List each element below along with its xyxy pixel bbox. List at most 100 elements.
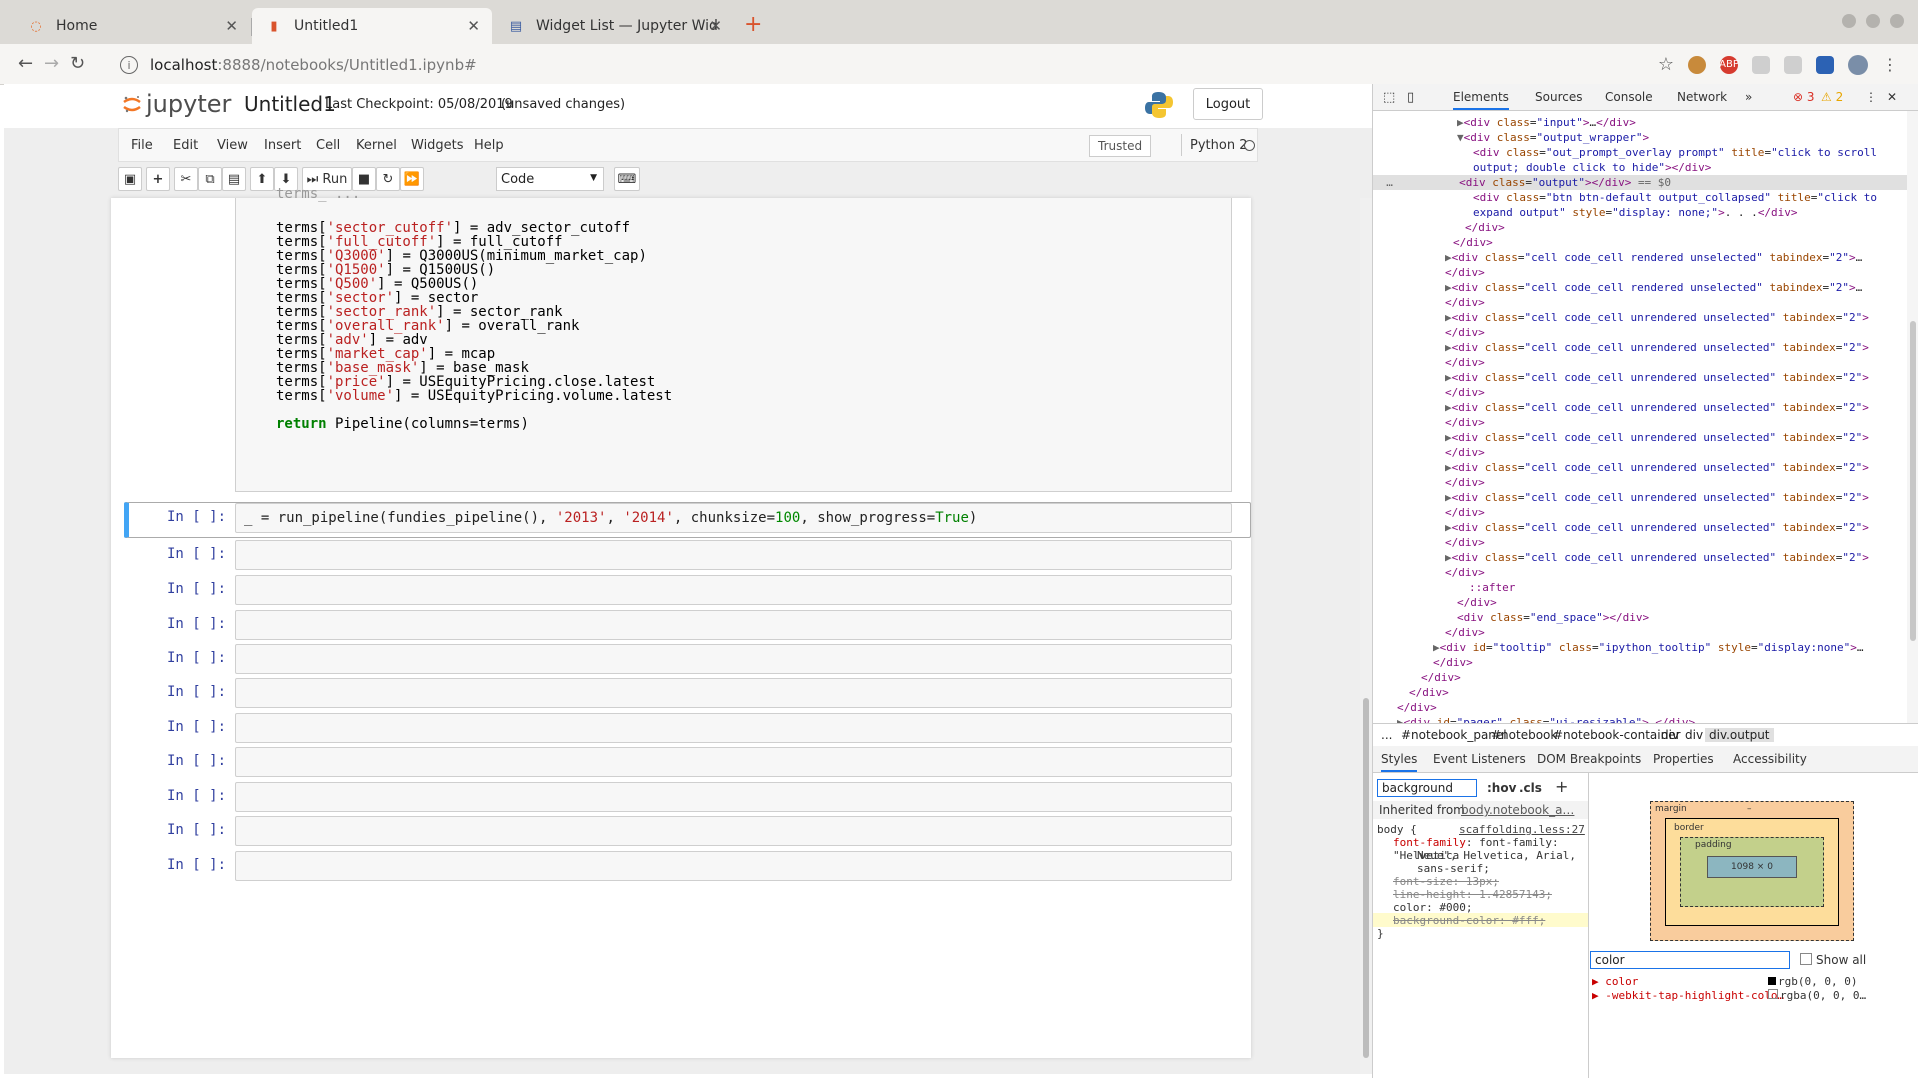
code-cell[interactable]: In [ ]: <box>124 538 1251 574</box>
computed-filter-input[interactable]: color <box>1590 951 1790 969</box>
dom-tree-scrollbar[interactable] <box>1907 111 1918 723</box>
cell-input[interactable] <box>235 678 1232 708</box>
move-up-button[interactable]: ⬆ <box>250 167 274 191</box>
menu-kernel[interactable]: Kernel <box>356 138 397 153</box>
code-cell[interactable]: In [ ]: <box>124 676 1251 712</box>
breadcrumb-item[interactable]: #notebook <box>1491 728 1557 742</box>
box-border[interactable]: border padding 1098 × 0 <box>1665 818 1839 926</box>
rule-declaration-overridden[interactable]: line-height: 1.42857143; <box>1393 888 1552 901</box>
box-padding[interactable]: padding 1098 × 0 <box>1680 837 1824 907</box>
dom-node[interactable]: ▶<div class="cell code_cell unrendered u… <box>1445 460 1869 475</box>
breadcrumb-item[interactable]: ... <box>1381 728 1392 742</box>
dom-node[interactable]: ▶<div class="cell code_cell unrendered u… <box>1445 370 1869 385</box>
rule-declaration-overridden[interactable]: font-size: 13px; <box>1393 875 1499 888</box>
error-count[interactable]: ⊗ 3 <box>1793 90 1815 104</box>
cell-input[interactable] <box>235 713 1232 743</box>
cell-input[interactable] <box>235 644 1232 674</box>
cell-type-select[interactable]: Code ▼ <box>496 167 604 191</box>
insert-cell-button[interactable]: + <box>146 167 170 191</box>
dom-node[interactable]: ▼<div class="output_wrapper"> <box>1457 130 1649 145</box>
cell-input[interactable] <box>235 610 1232 640</box>
dom-node[interactable]: ▶<div class="cell code_cell unrendered u… <box>1445 310 1869 325</box>
dom-node[interactable]: ▶<div class="cell code_cell unrendered u… <box>1445 490 1869 505</box>
notebook-scrollbar[interactable] <box>1360 198 1372 1074</box>
menu-insert[interactable]: Insert <box>264 138 301 153</box>
browser-tab-untitled1[interactable]: ▮ Untitled1 ✕ <box>252 8 492 44</box>
copy-button[interactable]: ⧉ <box>198 167 222 191</box>
cut-button[interactable]: ✂ <box>174 167 198 191</box>
rule-declaration-overridden[interactable]: background-color: #fff; <box>1393 914 1545 927</box>
jupyter-logo[interactable]: jupyter <box>122 90 231 118</box>
cell-input[interactable] <box>235 747 1232 777</box>
url-field[interactable]: i localhost:8888/notebooks/Untitled1.ipy… <box>120 52 477 78</box>
tab-console[interactable]: Console <box>1605 90 1653 104</box>
cell-input[interactable] <box>235 816 1232 846</box>
dom-node[interactable]: <div class="end_space"></div> <box>1457 610 1649 625</box>
dom-node[interactable]: ▶<div class="cell code_cell unrendered u… <box>1445 430 1869 445</box>
scrollbar-thumb[interactable] <box>1363 698 1369 1058</box>
device-toolbar-icon[interactable]: ▯ <box>1407 90 1414 105</box>
dom-pseudo-after[interactable]: ::after <box>1469 580 1515 595</box>
forward-arrow-icon[interactable]: → <box>44 53 59 74</box>
breadcrumb-item-current[interactable]: div.output <box>1705 728 1774 742</box>
menu-file[interactable]: File <box>131 138 153 153</box>
box-margin[interactable]: margin – border padding 1098 × 0 <box>1650 801 1854 941</box>
tab-sources[interactable]: Sources <box>1535 90 1582 104</box>
code-cell-input[interactable]: terms_ ... terms['sector_cutoff'] = adv_… <box>235 186 1232 492</box>
dom-node[interactable]: <div class="out_prompt_overlay prompt" t… <box>1473 145 1877 160</box>
show-all-checkbox[interactable] <box>1800 953 1812 965</box>
menu-view[interactable]: View <box>217 138 248 153</box>
extension-icon[interactable] <box>1784 55 1802 74</box>
cell-input[interactable] <box>235 782 1232 812</box>
close-tab-icon[interactable]: ✕ <box>709 17 722 35</box>
bookmark-star-icon[interactable]: ☆ <box>1658 54 1674 75</box>
code-cell[interactable]: In [ ]: <box>124 849 1251 885</box>
breadcrumb-item[interactable]: div <box>1685 728 1703 742</box>
extension-icon[interactable] <box>1752 55 1770 74</box>
inherited-from-link[interactable]: body.notebook_a… <box>1461 803 1574 817</box>
menu-edit[interactable]: Edit <box>173 138 198 153</box>
subtab-event-listeners[interactable]: Event Listeners <box>1433 752 1526 766</box>
cell-input[interactable] <box>235 540 1232 570</box>
subtab-styles[interactable]: Styles <box>1381 752 1418 772</box>
cell-input[interactable]: _ = run_pipeline(fundies_pipeline(), '20… <box>235 503 1232 533</box>
dom-node[interactable]: ▶<div class="cell code_cell unrendered u… <box>1445 520 1869 535</box>
cell-input[interactable] <box>235 575 1232 605</box>
rule-source-link[interactable]: scaffolding.less:27 <box>1459 823 1585 836</box>
warning-count[interactable]: ⚠ 2 <box>1821 90 1843 104</box>
color-swatch[interactable] <box>1768 989 1778 999</box>
inspect-element-icon[interactable]: ⬚ <box>1383 90 1395 105</box>
trusted-indicator[interactable]: Trusted <box>1089 135 1152 157</box>
browser-tab-home[interactable]: ◌ Home ✕ <box>14 8 250 44</box>
dom-node[interactable]: ▶<div class="cell code_cell unrendered u… <box>1445 400 1869 415</box>
restart-button[interactable]: ↻ <box>376 167 400 191</box>
tab-elements[interactable]: Elements <box>1453 90 1509 110</box>
dom-node[interactable]: ▶<div class="cell code_cell unrendered u… <box>1445 340 1869 355</box>
maximize-window-icon[interactable] <box>1866 14 1880 28</box>
subtab-dom-breakpoints[interactable]: DOM Breakpoints <box>1537 752 1641 766</box>
save-button[interactable]: ▣ <box>118 167 142 191</box>
browser-tab-widget-list[interactable]: ▤ Widget List — Jupyter Wid ✕ <box>494 8 734 44</box>
cell-input[interactable] <box>235 851 1232 881</box>
tab-network[interactable]: Network <box>1677 90 1727 104</box>
code-cell[interactable]: In [ ]: <box>124 711 1251 747</box>
more-tabs-icon[interactable]: » <box>1745 90 1752 104</box>
devtools-menu-icon[interactable]: ⋮ <box>1865 90 1877 104</box>
dom-node[interactable]: <div class="btn btn-default output_colla… <box>1473 190 1877 205</box>
class-toggle[interactable]: .cls <box>1519 781 1542 795</box>
subtab-accessibility[interactable]: Accessibility <box>1733 752 1807 766</box>
new-tab-icon[interactable]: + <box>744 12 762 37</box>
box-content[interactable]: 1098 × 0 <box>1707 856 1797 878</box>
code-cell-selected[interactable]: In [ ]: _ = run_pipeline(fundies_pipelin… <box>124 502 1251 538</box>
dom-node[interactable]: ▶<div id="tooltip" class="ipython_toolti… <box>1433 640 1864 655</box>
dom-node[interactable]: ▶<div class="cell code_cell rendered uns… <box>1445 250 1862 265</box>
close-window-icon[interactable] <box>1890 14 1904 28</box>
styles-filter-input[interactable]: background <box>1377 779 1477 797</box>
restart-run-all-button[interactable]: ⏩ <box>400 167 424 191</box>
reload-icon[interactable]: ↻ <box>70 53 85 74</box>
profile-avatar[interactable] <box>1848 54 1868 75</box>
cookie-extension-icon[interactable] <box>1688 55 1706 74</box>
menu-widgets[interactable]: Widgets <box>411 138 464 153</box>
minimize-window-icon[interactable] <box>1842 14 1856 28</box>
dom-node[interactable]: ▶<div id="pager" class="ui-resizable">…<… <box>1397 715 1695 723</box>
